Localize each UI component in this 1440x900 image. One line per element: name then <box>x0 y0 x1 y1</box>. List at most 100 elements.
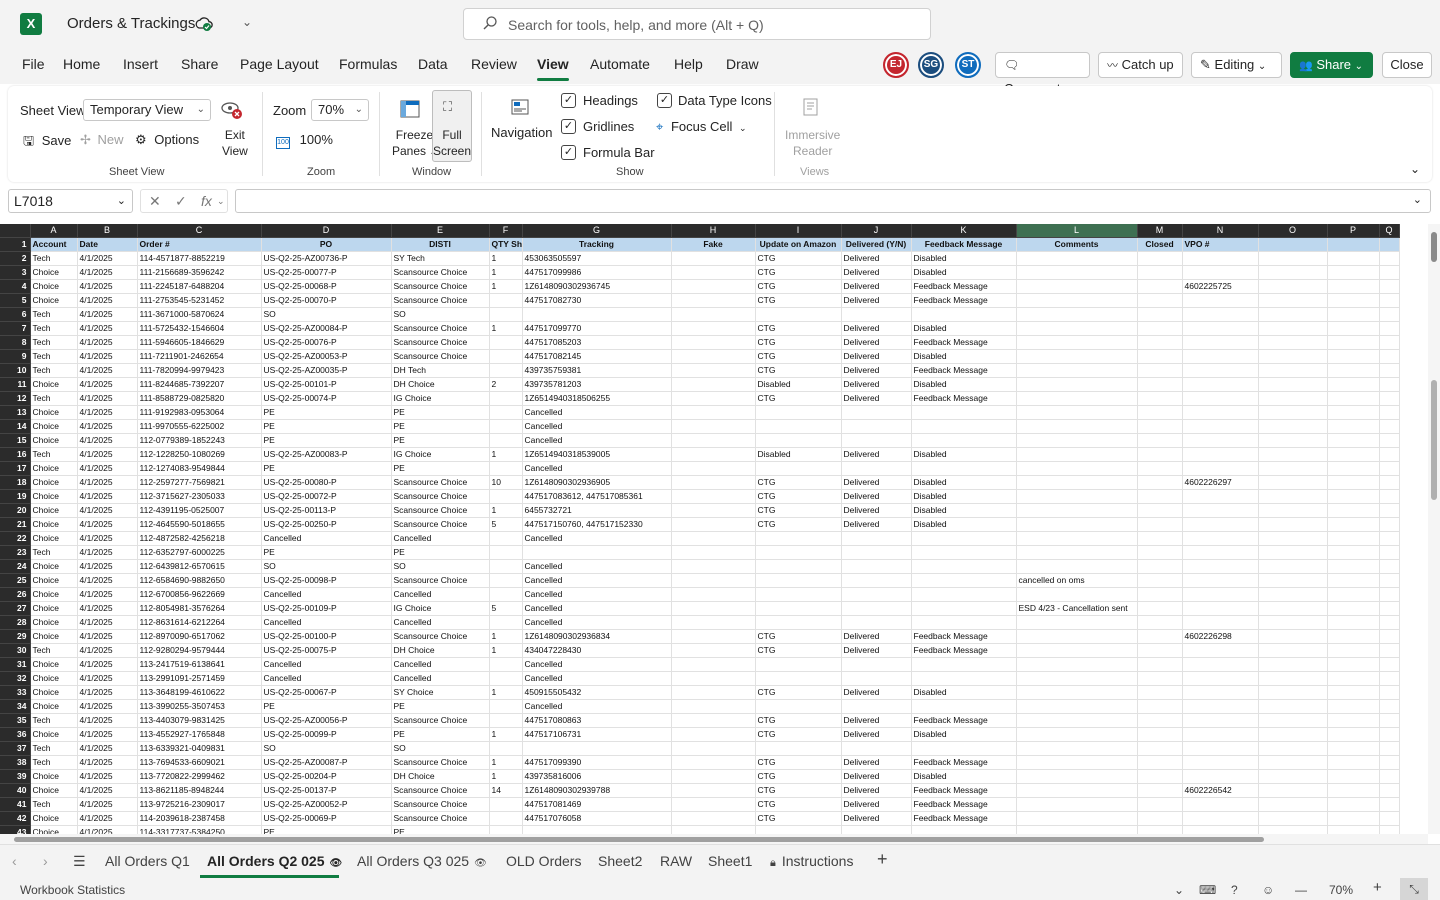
cell[interactable] <box>1016 545 1138 560</box>
cell[interactable]: Feedback Message <box>911 293 1017 308</box>
cell[interactable] <box>1379 335 1400 350</box>
cell[interactable]: PE <box>261 419 392 434</box>
cell[interactable] <box>755 433 842 448</box>
cell[interactable]: Choice <box>30 671 78 686</box>
cell[interactable]: Choice <box>30 601 78 616</box>
cell[interactable] <box>489 419 523 434</box>
sheet-tab-all-orders-q3-025[interactable]: All Orders Q3 025 👁 <box>357 853 487 869</box>
cell[interactable] <box>1327 699 1380 714</box>
cell[interactable]: Scansource Choice <box>391 797 490 812</box>
cell[interactable] <box>489 699 523 714</box>
cell[interactable] <box>1016 671 1138 686</box>
cell[interactable]: 113-8621185-8948244 <box>137 783 262 798</box>
cell[interactable] <box>1016 377 1138 392</box>
cell[interactable]: Delivered <box>841 713 912 728</box>
cell[interactable]: 450915505432 <box>522 685 672 700</box>
cell[interactable]: 4/1/2025 <box>77 349 138 364</box>
cell[interactable] <box>1327 433 1380 448</box>
cell[interactable] <box>1327 489 1380 504</box>
cell[interactable] <box>1258 825 1328 834</box>
options-button[interactable]: ⚙ Options <box>135 132 199 148</box>
cell[interactable] <box>1016 615 1138 630</box>
cell[interactable] <box>1016 643 1138 658</box>
cell[interactable]: Disabled <box>755 447 842 462</box>
cell[interactable]: Delivered <box>841 783 912 798</box>
cell[interactable] <box>1182 657 1259 672</box>
column-title-cell[interactable]: Fake <box>671 237 756 252</box>
cell[interactable]: PE <box>261 461 392 476</box>
cell[interactable]: Feedback Message <box>911 713 1017 728</box>
cell[interactable] <box>671 433 756 448</box>
cell[interactable] <box>489 671 523 686</box>
cell[interactable] <box>671 363 756 378</box>
cell[interactable]: 1 <box>489 265 523 280</box>
cell[interactable] <box>1327 783 1380 798</box>
cell[interactable]: CTG <box>755 475 842 490</box>
row-number[interactable]: 35 <box>0 713 31 728</box>
cell[interactable]: 114-2039618-2387458 <box>137 811 262 826</box>
cell[interactable]: Scansource Choice <box>391 783 490 798</box>
cell[interactable] <box>1379 279 1400 294</box>
cell[interactable] <box>1137 391 1183 406</box>
cell[interactable] <box>1137 363 1183 378</box>
cell[interactable]: 4/1/2025 <box>77 559 138 574</box>
row-number[interactable]: 5 <box>0 293 31 308</box>
cell[interactable] <box>1182 741 1259 756</box>
cell[interactable] <box>1182 769 1259 784</box>
cell[interactable]: 112-6700856-9622669 <box>137 587 262 602</box>
row-number[interactable]: 14 <box>0 419 31 434</box>
cell[interactable] <box>841 405 912 420</box>
cell[interactable]: 434047228430 <box>522 643 672 658</box>
cell[interactable]: US-Q2-25-00080-P <box>261 475 392 490</box>
cell[interactable]: IG Choice <box>391 601 490 616</box>
sheet-tab-instructions[interactable]: 🔒︎ Instructions <box>770 853 860 870</box>
cell[interactable] <box>1258 419 1328 434</box>
cell[interactable] <box>1016 825 1138 834</box>
cell[interactable]: US-Q2-25-00109-P <box>261 601 392 616</box>
cell[interactable] <box>1327 475 1380 490</box>
collaborator-avatar[interactable]: EJ <box>883 52 909 78</box>
cell[interactable] <box>1182 265 1259 280</box>
cell[interactable] <box>489 363 523 378</box>
cell[interactable] <box>1327 405 1380 420</box>
cell[interactable] <box>1327 825 1380 834</box>
cell[interactable] <box>489 405 523 420</box>
cell[interactable] <box>1258 321 1328 336</box>
cell[interactable] <box>1379 755 1400 770</box>
cell[interactable]: 111-9970555-6225002 <box>137 419 262 434</box>
exit-view-button[interactable]: Exit View <box>222 127 248 159</box>
cell[interactable]: US-Q2-25-00069-P <box>261 811 392 826</box>
cell[interactable] <box>522 307 672 322</box>
cell[interactable] <box>1016 447 1138 462</box>
cell[interactable] <box>1379 699 1400 714</box>
cell[interactable]: Scansource Choice <box>391 629 490 644</box>
cell[interactable] <box>911 419 1017 434</box>
collaborator-avatar[interactable]: ST <box>955 52 981 78</box>
cell[interactable] <box>1258 377 1328 392</box>
cell[interactable] <box>1182 503 1259 518</box>
cell[interactable] <box>1327 293 1380 308</box>
cell[interactable]: 4/1/2025 <box>77 783 138 798</box>
cell[interactable] <box>1137 349 1183 364</box>
cell[interactable]: US-Q2-25-AZ00052-P <box>261 797 392 812</box>
horizontal-scroll-thumb[interactable] <box>14 837 1264 842</box>
column-title-cell[interactable]: Closed <box>1137 237 1183 252</box>
cell[interactable]: SO <box>391 741 490 756</box>
cell[interactable]: CTG <box>755 279 842 294</box>
cell[interactable] <box>1182 405 1259 420</box>
cell[interactable]: Choice <box>30 769 78 784</box>
cell[interactable] <box>1137 251 1183 266</box>
cell[interactable] <box>1182 377 1259 392</box>
menu-tab-formulas[interactable]: Formulas <box>339 56 397 72</box>
column-header-m[interactable]: M <box>1137 224 1183 238</box>
cell[interactable] <box>1258 405 1328 420</box>
cell[interactable] <box>1258 657 1328 672</box>
cell[interactable] <box>671 307 756 322</box>
cell[interactable] <box>522 825 672 834</box>
cell[interactable]: 111-7820994-9979423 <box>137 363 262 378</box>
cell[interactable] <box>1016 769 1138 784</box>
cell[interactable]: 112-6439812-6570615 <box>137 559 262 574</box>
cell[interactable] <box>1327 685 1380 700</box>
cell[interactable] <box>841 601 912 616</box>
cell[interactable]: 4/1/2025 <box>77 363 138 378</box>
